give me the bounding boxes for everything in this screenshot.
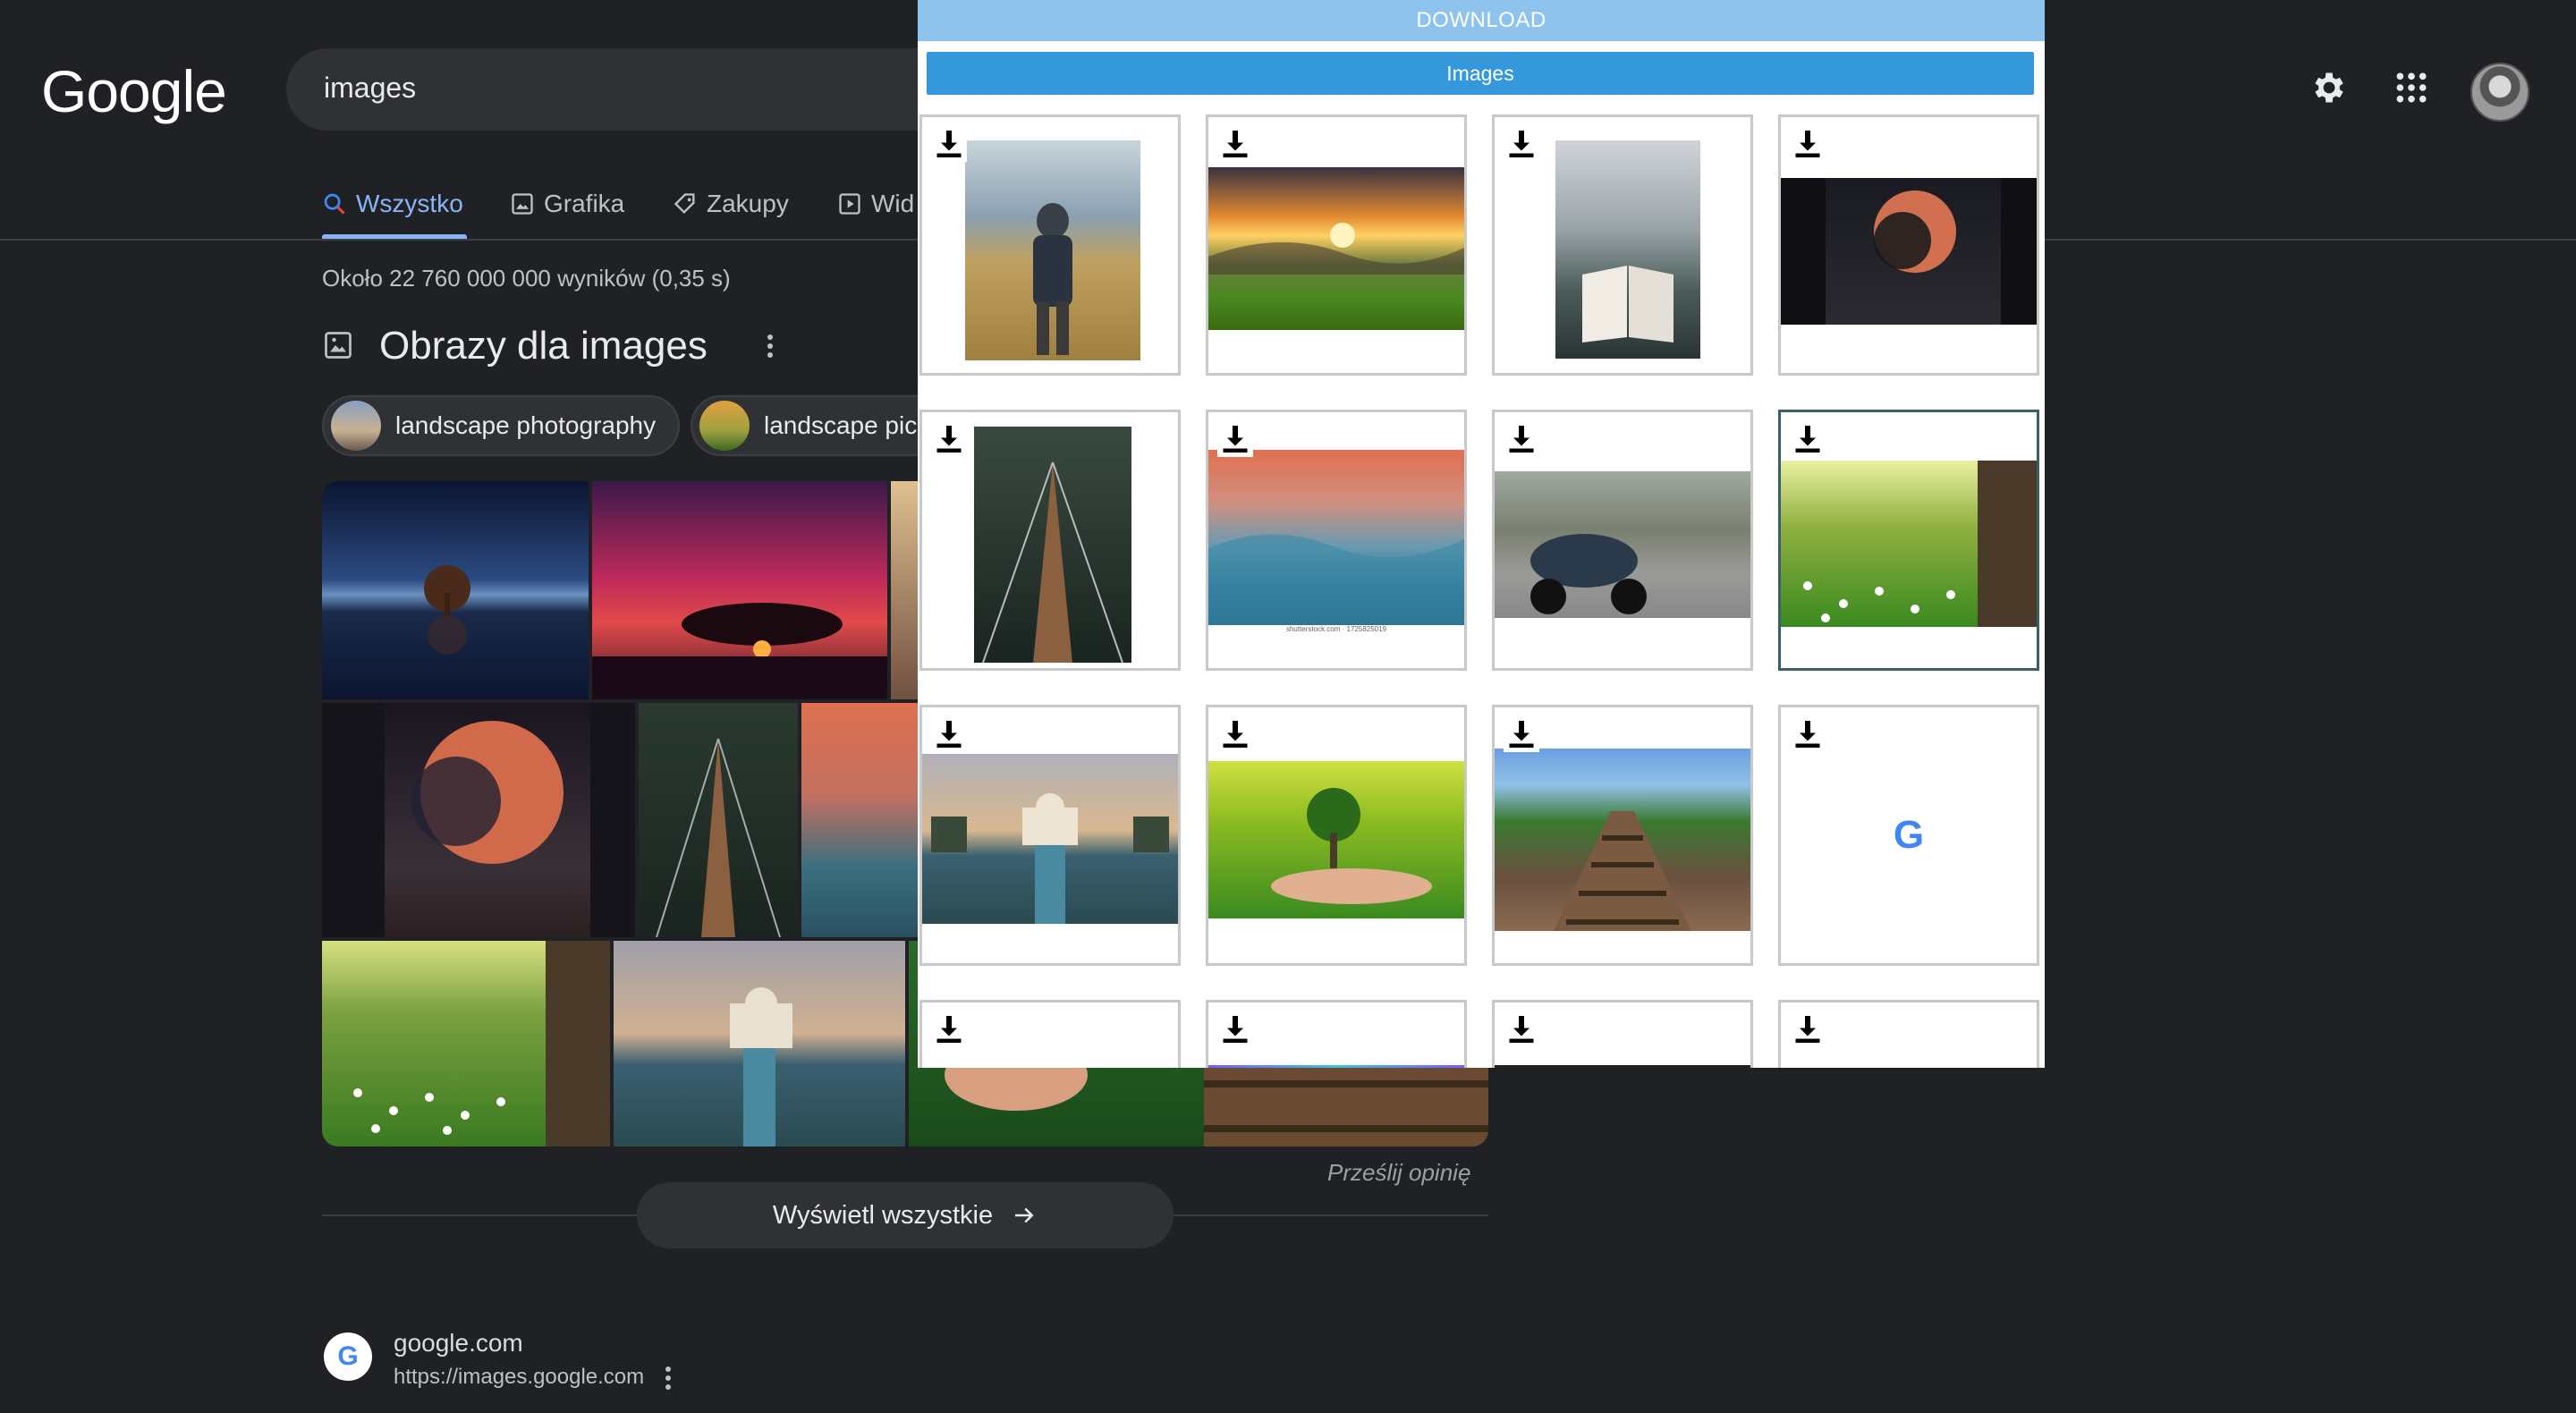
image-cell-partial[interactable] <box>1206 1000 1467 1068</box>
image-cell-book-in-fog[interactable] <box>1492 114 1753 376</box>
download-icon[interactable] <box>1790 126 1826 162</box>
download-icon[interactable] <box>1790 421 1826 457</box>
tab-images[interactable]: Grafika <box>510 184 624 224</box>
image-result[interactable] <box>801 703 918 937</box>
view-all-button[interactable]: Wyświetl wszystkie <box>637 1182 1174 1248</box>
download-icon[interactable] <box>1504 716 1539 752</box>
tab-label: Wid <box>871 190 915 217</box>
chip-thumbnail <box>331 401 381 451</box>
download-header[interactable]: DOWNLOAD <box>918 0 2045 41</box>
apps-grid-icon[interactable] <box>2386 63 2436 113</box>
download-icon[interactable] <box>931 421 967 457</box>
image-cell-forest-bridge[interactable] <box>919 410 1181 671</box>
download-icon[interactable] <box>1790 716 1826 752</box>
images-section-title: Obrazy dla images <box>379 324 708 368</box>
image-cell-taj-mahal[interactable] <box>919 705 1181 966</box>
download-icon[interactable] <box>1217 421 1253 457</box>
download-icon[interactable] <box>1504 126 1539 162</box>
google-logo[interactable]: Google <box>41 57 227 125</box>
image-result[interactable] <box>592 481 887 699</box>
view-all-label: Wyświetl wszystkie <box>772 1200 994 1230</box>
image-cell-scooter-road[interactable] <box>1492 410 1753 671</box>
image-cell-partial[interactable] <box>1778 1000 2039 1068</box>
more-vert-icon[interactable] <box>766 333 775 364</box>
download-icon[interactable] <box>1217 126 1253 162</box>
more-vert-icon[interactable] <box>664 1365 673 1396</box>
download-icon[interactable] <box>1504 1011 1539 1047</box>
download-icon[interactable] <box>1217 716 1253 752</box>
tag-icon <box>674 193 695 214</box>
tab-label: Zakupy <box>707 190 789 217</box>
tab-videos[interactable]: Wid <box>837 184 914 224</box>
image-cell-moon-tree[interactable] <box>1778 114 2039 376</box>
image-cell-blue-mountains[interactable]: shutterstock.com · 1725825019 <box>1206 410 1467 671</box>
site-name[interactable]: google.com <box>394 1329 523 1358</box>
download-icon[interactable] <box>931 716 967 752</box>
chip-landscape-photography[interactable]: landscape photography <box>322 395 680 456</box>
image-icon <box>512 193 533 215</box>
settings-gear-icon[interactable] <box>2304 63 2354 113</box>
image-cell-partial[interactable] <box>919 1000 1181 1068</box>
image-cell-man-in-field[interactable] <box>919 114 1181 376</box>
account-avatar[interactable] <box>2470 63 2529 122</box>
chip-thumbnail <box>699 401 750 451</box>
tab-label: Wszystko <box>356 190 463 217</box>
image-result[interactable] <box>322 941 610 1146</box>
tab-all[interactable]: Wszystko <box>322 184 463 224</box>
image-cell-partial[interactable] <box>1492 1000 1753 1068</box>
feedback-link[interactable]: Prześlij opinię <box>1327 1159 1470 1187</box>
video-icon <box>839 193 860 215</box>
image-cell-meadow-flowers[interactable] <box>1778 410 2039 671</box>
image-result[interactable] <box>614 941 905 1146</box>
search-icon <box>324 193 345 215</box>
arrow-right-icon <box>1015 1207 1034 1223</box>
images-button[interactable]: Images <box>927 52 2034 95</box>
download-icon[interactable] <box>1504 421 1539 457</box>
image-icon <box>322 329 354 366</box>
google-g-icon: G <box>1893 813 1925 857</box>
download-icon[interactable] <box>931 126 967 162</box>
image-downloader-popup: DOWNLOAD Images shutterstock.com · 17258… <box>918 0 2045 1068</box>
site-url[interactable]: https://images.google.com <box>394 1365 644 1390</box>
tab-label: Grafika <box>544 190 625 217</box>
image-result[interactable] <box>639 703 798 937</box>
results-count: Około 22 760 000 000 wyników (0,35 s) <box>322 265 731 292</box>
tab-shopping[interactable]: Zakupy <box>673 184 789 224</box>
download-icon[interactable] <box>1790 1011 1826 1047</box>
image-cell-sunset-valley[interactable] <box>1206 114 1467 376</box>
chip-label: landscape pic <box>764 411 918 439</box>
download-icon[interactable] <box>1217 1011 1253 1047</box>
image-result[interactable] <box>322 481 589 699</box>
image-cell-tree-in-hand[interactable] <box>1206 705 1467 966</box>
image-cell-railway-tracks[interactable] <box>1492 705 1753 966</box>
site-favicon: G <box>324 1333 372 1381</box>
chip-label: landscape photography <box>395 411 657 439</box>
search-input[interactable]: images <box>324 72 416 105</box>
download-icon[interactable] <box>931 1011 967 1047</box>
watermark-text: shutterstock.com · 1725825019 <box>1285 625 1387 633</box>
image-result[interactable] <box>891 481 918 699</box>
image-cell-google-logo[interactable]: G <box>1778 705 2039 966</box>
image-result[interactable] <box>322 703 635 937</box>
